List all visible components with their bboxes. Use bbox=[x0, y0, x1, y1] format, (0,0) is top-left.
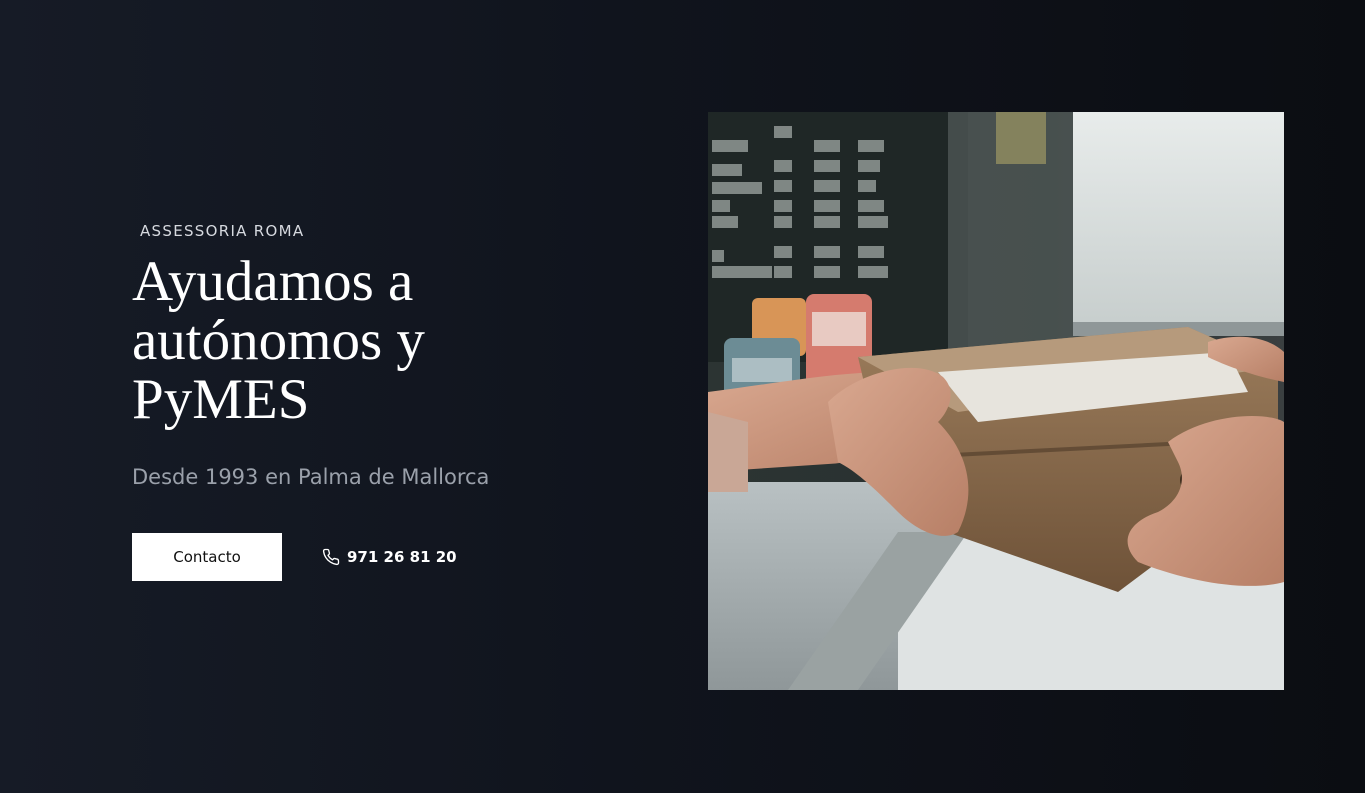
contact-button[interactable]: Contacto bbox=[132, 533, 282, 581]
headline-line-2: autónomos y bbox=[132, 309, 425, 372]
hero-subtitle: Desde 1993 en Palma de Mallorca bbox=[132, 465, 490, 489]
phone-number: 971 26 81 20 bbox=[347, 548, 457, 566]
hero-actions: Contacto 971 26 81 20 bbox=[132, 533, 652, 581]
phone-icon bbox=[322, 548, 340, 566]
brand-eyebrow: ASSESSORIA ROMA bbox=[140, 222, 305, 240]
headline-line-3: PyMES bbox=[132, 368, 310, 431]
hero-section: ASSESSORIA ROMA Ayudamos a autónomos y P… bbox=[132, 220, 652, 581]
hero-photo bbox=[708, 112, 1284, 690]
headline-line-1: Ayudamos a bbox=[132, 250, 414, 313]
hero-headline: Ayudamos a autónomos y PyMES bbox=[132, 252, 552, 429]
phone-link[interactable]: 971 26 81 20 bbox=[322, 548, 457, 566]
